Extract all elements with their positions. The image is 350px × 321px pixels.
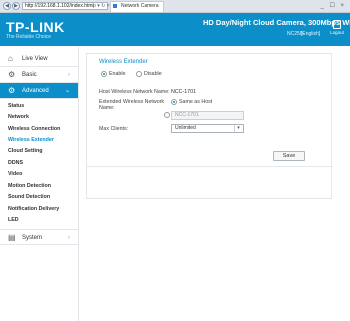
forward-button[interactable]: ▶ xyxy=(12,2,20,10)
tab-title: Network Camera xyxy=(121,3,159,9)
sidebar-item-label: Live View xyxy=(22,56,48,62)
section-title: Wireless Extender xyxy=(99,59,148,65)
logo-tagline: The Reliable Choice xyxy=(6,34,52,40)
submenu-sound-detection[interactable]: Sound Detection xyxy=(8,194,50,200)
sidebar-item-advanced[interactable]: ⚙ Advanced ⌄ xyxy=(0,83,78,99)
sidebar-item-system[interactable]: ▤ System › xyxy=(0,229,78,245)
back-button[interactable]: ◀ xyxy=(3,2,11,10)
clipboard-icon: ▤ xyxy=(8,233,16,242)
browser-tab[interactable]: Network Camera xyxy=(110,1,164,12)
submenu-wireless-connection[interactable]: Wireless Connection xyxy=(8,126,60,132)
disable-radio[interactable] xyxy=(136,71,142,77)
same-as-host-radio[interactable] xyxy=(171,99,177,105)
sidebar-item-label: Advanced xyxy=(22,88,49,94)
address-bar-icons[interactable]: ρ ▾ ↻ × xyxy=(93,2,110,10)
sidebar-item-label: Basic xyxy=(22,72,37,78)
home-icon: ⌂ xyxy=(8,54,13,63)
submenu-motion-detection[interactable]: Motion Detection xyxy=(8,183,51,189)
host-network-name-value: NCC-1701 xyxy=(171,89,197,95)
divider xyxy=(87,166,333,167)
submenu-led[interactable]: LED xyxy=(8,217,19,223)
same-as-host-label: Same as Host xyxy=(179,99,213,105)
extended-network-name-label-cont: Name: xyxy=(99,105,115,111)
sidebar-item-label: System xyxy=(22,235,43,241)
chevron-right-icon: › xyxy=(68,235,70,241)
chevron-down-icon: ▾ xyxy=(234,125,242,132)
product-title: HD Day/Night Cloud Camera, 300Mbps Wi-Fi xyxy=(203,18,350,27)
max-clients-value: Unlimited xyxy=(175,125,196,131)
submenu-video[interactable]: Video xyxy=(8,171,22,177)
submenu-status[interactable]: Status xyxy=(8,103,24,109)
window-controls[interactable]: _ ☐ × xyxy=(320,2,346,10)
enable-radio[interactable] xyxy=(101,71,107,77)
disable-label: Disable xyxy=(144,71,162,77)
browser-toolbar: ◀ ▶ http://192.168.1.102/index.html ρ ▾ … xyxy=(0,0,350,13)
gear-icon: ⚙ xyxy=(8,70,16,79)
max-clients-select[interactable]: Unlimited ▾ xyxy=(171,124,244,133)
chevron-right-icon: › xyxy=(68,72,70,78)
sidebar-item-basic[interactable]: ⚙ Basic › xyxy=(0,67,78,83)
sidebar-item-live-view[interactable]: ⌂ Live View xyxy=(0,51,78,67)
host-network-name-label: Host Wireless Network Name: xyxy=(99,89,170,95)
extended-network-name-input[interactable]: NCC-1701 xyxy=(171,111,244,120)
submenu-wireless-extender[interactable]: Wireless Extender xyxy=(8,137,54,143)
logout-button[interactable]: Logout xyxy=(330,20,344,42)
custom-name-radio[interactable] xyxy=(164,112,170,118)
logout-label: Logout xyxy=(330,30,344,35)
tplink-logo: TP-LINK xyxy=(6,19,65,35)
submenu-notification-delivery[interactable]: Notification Delivery xyxy=(8,206,59,212)
gear-icon: ⚙ xyxy=(8,86,16,95)
sidebar: ⌂ Live View ⚙ Basic › ⚙ Advanced ⌄ Statu… xyxy=(0,47,79,321)
page-favicon-icon xyxy=(113,4,117,8)
submenu-ddns[interactable]: DDNS xyxy=(8,160,23,166)
chevron-down-icon: ⌄ xyxy=(64,88,70,94)
submenu-cloud-setting[interactable]: Cloud Setting xyxy=(8,148,42,154)
submenu-network[interactable]: Network xyxy=(8,114,29,120)
logout-icon xyxy=(333,20,341,29)
language-selector[interactable]: [English] xyxy=(301,31,320,37)
enable-label: Enable xyxy=(109,71,126,77)
max-clients-label: Max Clients: xyxy=(99,126,129,132)
save-button[interactable]: Save xyxy=(273,151,305,161)
